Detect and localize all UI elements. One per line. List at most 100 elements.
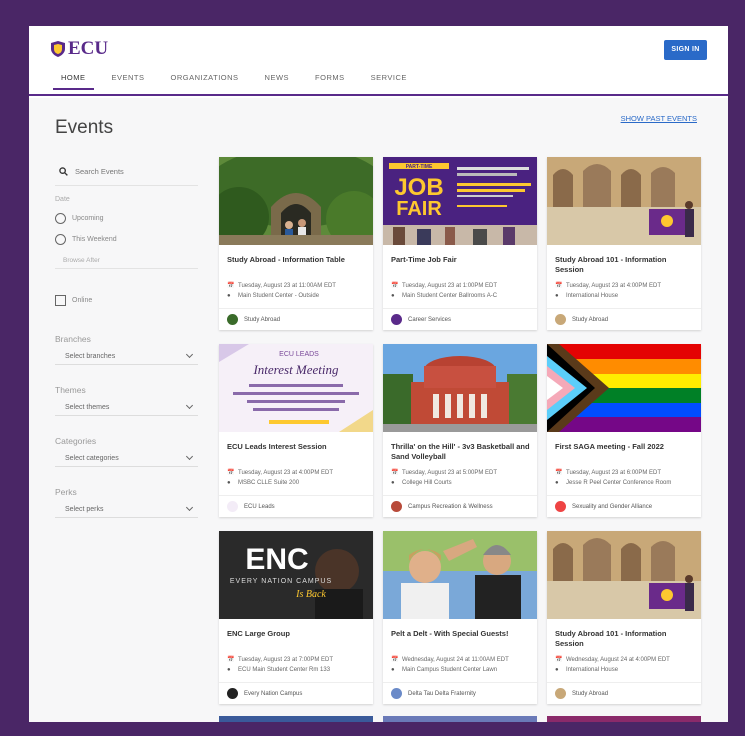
search-input[interactable]: Search Events — [55, 158, 198, 186]
event-location: ECU Main Student Center Rm 133 — [238, 667, 331, 673]
branches-select[interactable]: Select branches — [55, 348, 198, 365]
event-card[interactable]: PART-TIME JOB FAIR Part-Time Job Fair 📅 Tuesd… — [383, 157, 537, 330]
browse-after-input[interactable]: Browse After — [55, 252, 198, 269]
event-image[interactable]: PART-TIME JOB FAIR — [383, 157, 537, 245]
radio-upcoming[interactable]: Upcoming — [55, 213, 198, 224]
event-image[interactable] — [547, 531, 701, 619]
calendar-icon: 📅 — [391, 657, 399, 663]
calendar-icon: 📅 — [227, 657, 235, 663]
chevron-down-icon — [185, 350, 194, 359]
event-image[interactable] — [547, 344, 701, 432]
calendar-icon: 📅 — [555, 657, 563, 663]
online-checkbox[interactable]: Online — [55, 295, 198, 306]
event-org-footer[interactable]: Sexuality and Gender Alliance — [547, 495, 701, 517]
top-nav-bar: ECU HOME EVENTS ORGANIZATIONS NEWS FORMS… — [29, 26, 728, 96]
calendar-icon: 📅 — [555, 283, 563, 289]
sign-in-button[interactable]: SIGN IN — [664, 40, 707, 60]
nav-events[interactable]: EVENTS — [104, 73, 153, 90]
radio-this-weekend[interactable]: This Weekend — [55, 234, 198, 245]
event-title[interactable]: First SAGA meeting - Fall 2022 — [555, 442, 695, 452]
event-card[interactable]: Pelt a Delt - With Special Guests! 📅 Wedne… — [383, 531, 537, 704]
event-org-footer[interactable]: Study Abroad — [219, 308, 373, 330]
event-image[interactable] — [383, 344, 537, 432]
event-card[interactable]: Study Abroad 101 - Information Session 📅 T… — [547, 157, 701, 330]
page-title: Events — [55, 117, 114, 138]
event-title[interactable]: ENC Large Group — [227, 629, 367, 639]
event-datetime: Tuesday, August 23 at 11:00AM EDT — [238, 283, 336, 289]
event-org-footer[interactable]: Delta Tau Delta Fraternity — [383, 682, 537, 704]
event-org-footer[interactable]: Campus Recreation & Wellness — [383, 495, 537, 517]
event-title[interactable]: Thrilla' on the Hill' - 3v3 Basketball a… — [391, 442, 531, 462]
event-title[interactable]: Pelt a Delt - With Special Guests! — [391, 629, 531, 639]
event-location-row: ● Main Student Center Ballrooms A-C — [391, 291, 533, 301]
event-card[interactable]: First SAGA meeting - Fall 2022 📅 Tuesday, … — [547, 344, 701, 517]
event-image[interactable]: ENC EVERY NATION CAMPUS Is Back — [219, 531, 373, 619]
location-pin-icon: ● — [391, 667, 395, 673]
event-org-name: Study Abroad — [572, 690, 609, 697]
themes-select[interactable]: Select themes — [55, 399, 198, 416]
event-org-footer[interactable]: Every Nation Campus — [219, 682, 373, 704]
event-location-row: ● College Hill Courts — [391, 478, 533, 488]
event-card[interactable]: Study Abroad 101 - Information Session 📅 W… — [547, 531, 701, 704]
event-location: Jesse R Peel Center Conference Room — [566, 480, 672, 486]
event-card[interactable]: Thrilla' on the Hill' - 3v3 Basketball a… — [383, 344, 537, 517]
radio-circle-icon — [55, 213, 66, 224]
nav-news[interactable]: NEWS — [257, 73, 298, 90]
nav-forms[interactable]: FORMS — [307, 73, 353, 90]
event-title[interactable]: Part-Time Job Fair — [391, 255, 531, 265]
ecu-logo[interactable]: ECU — [51, 38, 108, 60]
event-title[interactable]: Study Abroad - Information Table — [227, 255, 367, 265]
event-location: International House — [566, 667, 619, 673]
event-card[interactable]: ECU LEADS Interest Meeting ECU Leads Inter… — [219, 344, 373, 517]
event-org-name: Delta Tau Delta Fraternity — [408, 690, 476, 697]
event-title[interactable]: Study Abroad 101 - Information Session — [555, 255, 695, 275]
radio-this-weekend-label: This Weekend — [72, 236, 117, 243]
next-row-peek — [219, 716, 701, 722]
svg-text:Interest Meeting: Interest Meeting — [252, 362, 339, 377]
event-image[interactable] — [547, 157, 701, 245]
event-datetime-row: 📅 Tuesday, August 23 at 7:00PM EDT — [227, 655, 369, 665]
event-image[interactable]: ECU LEADS Interest Meeting — [219, 344, 373, 432]
event-title[interactable]: Study Abroad 101 - Information Session — [555, 629, 695, 649]
event-datetime-row: 📅 Tuesday, August 23 at 4:00PM EDT — [555, 281, 697, 291]
event-location: MSBC CLLE Suite 200 — [238, 480, 300, 486]
event-datetime: Tuesday, August 23 at 4:00PM EDT — [566, 283, 662, 289]
branches-select-value: Select branches — [65, 352, 116, 360]
categories-select[interactable]: Select categories — [55, 450, 198, 467]
logo-text: ECU — [68, 38, 109, 59]
event-location: College Hill Courts — [402, 480, 452, 486]
categories-label: Categories — [55, 436, 97, 446]
card-peek — [219, 716, 373, 722]
event-org-footer[interactable]: Study Abroad — [547, 308, 701, 330]
event-location-row: ● Jesse R Peel Center Conference Room — [555, 478, 697, 488]
perks-label: Perks — [55, 487, 77, 497]
event-title[interactable]: ECU Leads Interest Session — [227, 442, 367, 452]
location-pin-icon: ● — [555, 480, 559, 486]
checkbox-icon — [55, 295, 66, 306]
calendar-icon: 📅 — [391, 283, 399, 289]
event-location-row: ● Main Student Center - Outside — [227, 291, 369, 301]
event-image[interactable] — [383, 531, 537, 619]
card-peek — [547, 716, 701, 722]
show-past-events-link[interactable]: SHOW PAST EVENTS — [621, 114, 697, 123]
event-org-footer[interactable]: Study Abroad — [547, 682, 701, 704]
event-org-footer[interactable]: Career Services — [383, 308, 537, 330]
event-location: Main Student Center Ballrooms A-C — [402, 293, 498, 299]
perks-select[interactable]: Select perks — [55, 501, 198, 518]
main-nav: HOME EVENTS ORGANIZATIONS NEWS FORMS SER… — [53, 73, 425, 90]
nav-home[interactable]: HOME — [53, 73, 94, 90]
event-card[interactable]: Study Abroad - Information Table 📅 Tuesday… — [219, 157, 373, 330]
event-card[interactable]: ENC EVERY NATION CAMPUS Is Back ENC Large G… — [219, 531, 373, 704]
nav-organizations[interactable]: ORGANIZATIONS — [163, 73, 247, 90]
event-org-name: Career Services — [408, 316, 452, 323]
radio-circle-icon — [55, 234, 66, 245]
svg-text:EVERY NATION CAMPUS: EVERY NATION CAMPUS — [230, 578, 332, 585]
event-org-footer[interactable]: ECU Leads — [219, 495, 373, 517]
event-grid: Study Abroad - Information Table 📅 Tuesday… — [219, 157, 701, 704]
nav-service[interactable]: SERVICE — [363, 73, 415, 90]
event-meta: 📅 Wednesday, August 24 at 4:00PM EDT ● Inte… — [555, 655, 697, 675]
event-image[interactable] — [219, 157, 373, 245]
calendar-icon: 📅 — [391, 470, 399, 476]
browser-frame: ECU HOME EVENTS ORGANIZATIONS NEWS FORMS… — [29, 26, 728, 722]
org-logo-icon — [391, 501, 402, 512]
